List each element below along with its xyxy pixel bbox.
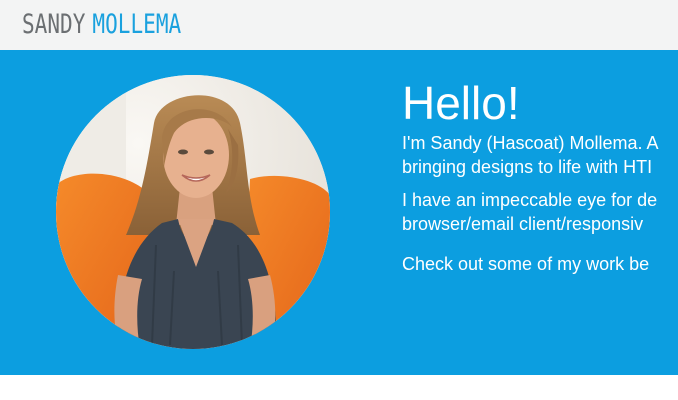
intro-paragraph-2-line-2: browser/email client/responsiv xyxy=(402,214,644,234)
site-header: SANDY MOLLEMA xyxy=(0,0,678,50)
intro-paragraph-1-line-2: bringing designs to life with HTI xyxy=(402,157,653,177)
site-logo[interactable]: SANDY MOLLEMA xyxy=(22,6,181,42)
logo-last-name: MOLLEMA xyxy=(92,8,182,40)
page-content-below xyxy=(0,375,678,400)
intro-paragraph-2: I have an impeccable eye for de browser/… xyxy=(402,188,678,236)
profile-photo xyxy=(56,75,330,349)
intro-paragraph-1-line-1: I'm Sandy (Hascoat) Mollema. A xyxy=(402,133,659,153)
hero-heading: Hello! xyxy=(402,77,520,129)
intro-text: Hello! I'm Sandy (Hascoat) Mollema. A br… xyxy=(402,77,678,276)
intro-paragraph-3: Check out some of my work be xyxy=(402,254,650,274)
intro-paragraph-2-line-1: I have an impeccable eye for de xyxy=(402,190,658,210)
hero-section: Hello! I'm Sandy (Hascoat) Mollema. A br… xyxy=(0,50,678,375)
logo-first-name: SANDY xyxy=(22,8,86,40)
intro-paragraph-1: I'm Sandy (Hascoat) Mollema. A bringing … xyxy=(402,131,678,179)
page: SANDY MOLLEMA Hello! I'm Sandy (Hascoat)… xyxy=(0,0,678,400)
